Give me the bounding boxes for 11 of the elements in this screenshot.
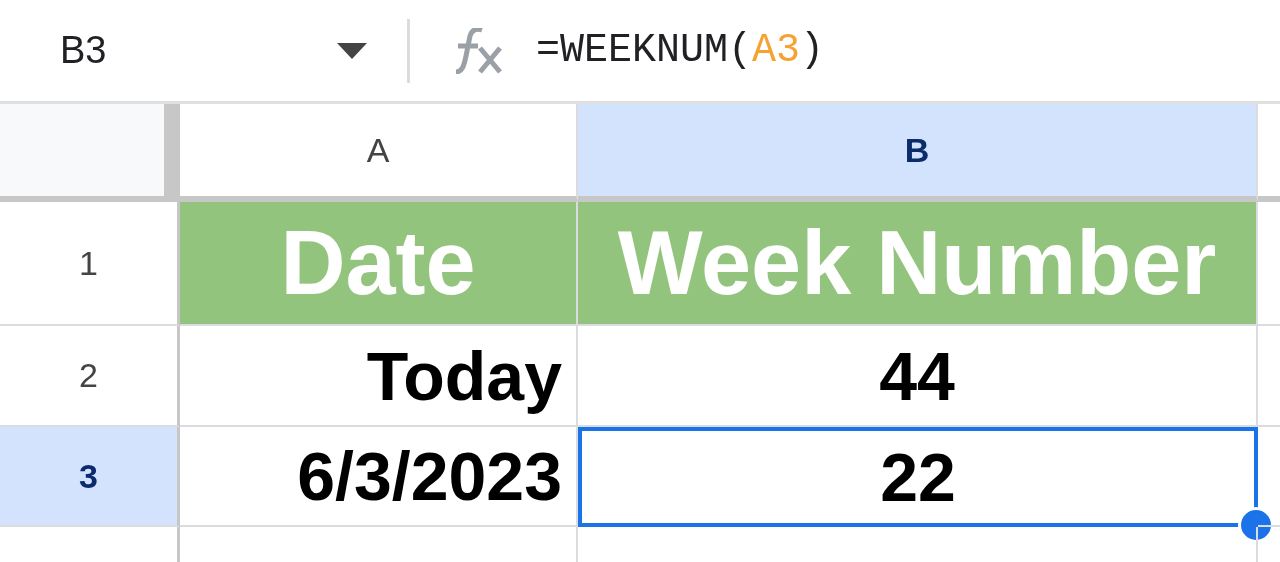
table-cell: Week Number [578, 202, 1258, 326]
column-header[interactable]: B [578, 104, 1258, 202]
table-cell: 44 [578, 326, 1258, 427]
table-cell: Date [180, 202, 578, 326]
formula-field[interactable]: =WEEKNUM(A3) [536, 28, 825, 73]
table-cell: 6/3/2023 [180, 427, 578, 527]
caret-icon[interactable] [337, 42, 367, 59]
cell-reference[interactable]: B3 [60, 29, 107, 72]
select-all-corner[interactable] [0, 104, 180, 202]
row-header[interactable]: 3 [0, 427, 180, 527]
table-cell: Today [180, 326, 578, 427]
